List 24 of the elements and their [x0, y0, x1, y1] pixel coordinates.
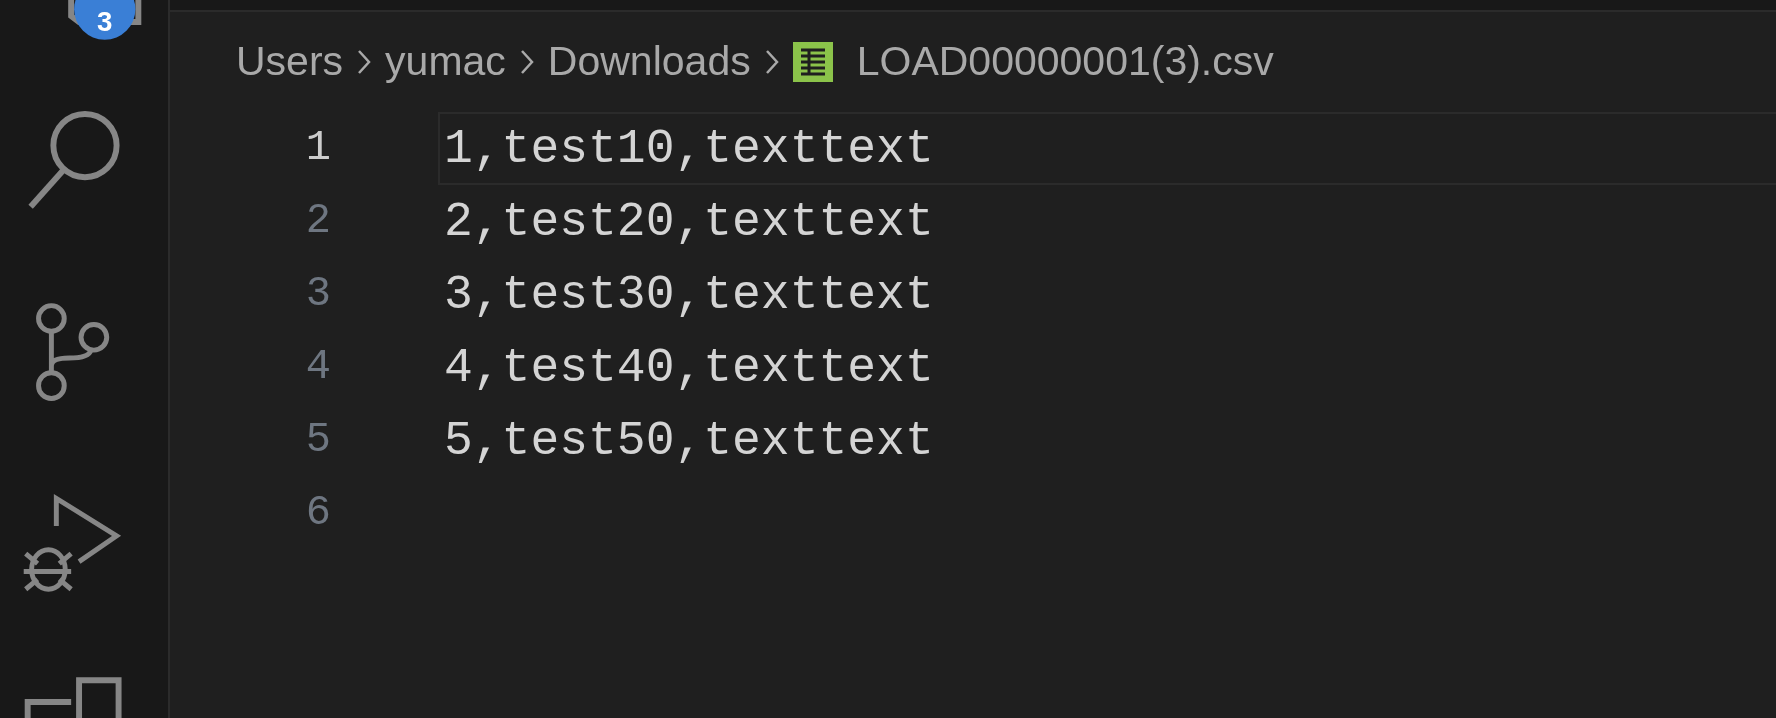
extensions-icon[interactable] — [24, 677, 122, 718]
line-number: 1 — [304, 123, 331, 174]
code-line: 4,test40,texttext — [444, 339, 934, 397]
search-icon[interactable] — [28, 110, 120, 209]
breadcrumb-file[interactable]: LOAD00000001(3).csv — [856, 31, 1274, 93]
chevron-icon — [764, 49, 779, 75]
breadcrumb-folder[interactable]: Users — [236, 31, 344, 93]
chevron-icon — [357, 49, 372, 75]
line-number: 3 — [304, 269, 331, 320]
spreadsheet-icon — [792, 42, 833, 82]
line-number: 4 — [304, 342, 331, 393]
source-control-icon[interactable] — [36, 303, 110, 401]
run-debug-icon[interactable] — [21, 493, 122, 592]
code-line: 2,test20,texttext — [444, 193, 934, 251]
chevron-icon — [519, 49, 534, 75]
breadcrumb-folder[interactable]: yumac — [385, 31, 506, 93]
line-number: 6 — [304, 488, 331, 539]
breadcrumb-folder[interactable]: Downloads — [547, 31, 751, 93]
code-line: 3,test30,texttext — [444, 266, 934, 324]
code-line: 5,test50,texttext — [444, 412, 934, 470]
line-number: 2 — [304, 196, 331, 247]
line-number: 5 — [304, 415, 331, 466]
notification-badge: 3 — [74, 0, 136, 40]
code-line: 1,test10,texttext — [444, 120, 934, 178]
